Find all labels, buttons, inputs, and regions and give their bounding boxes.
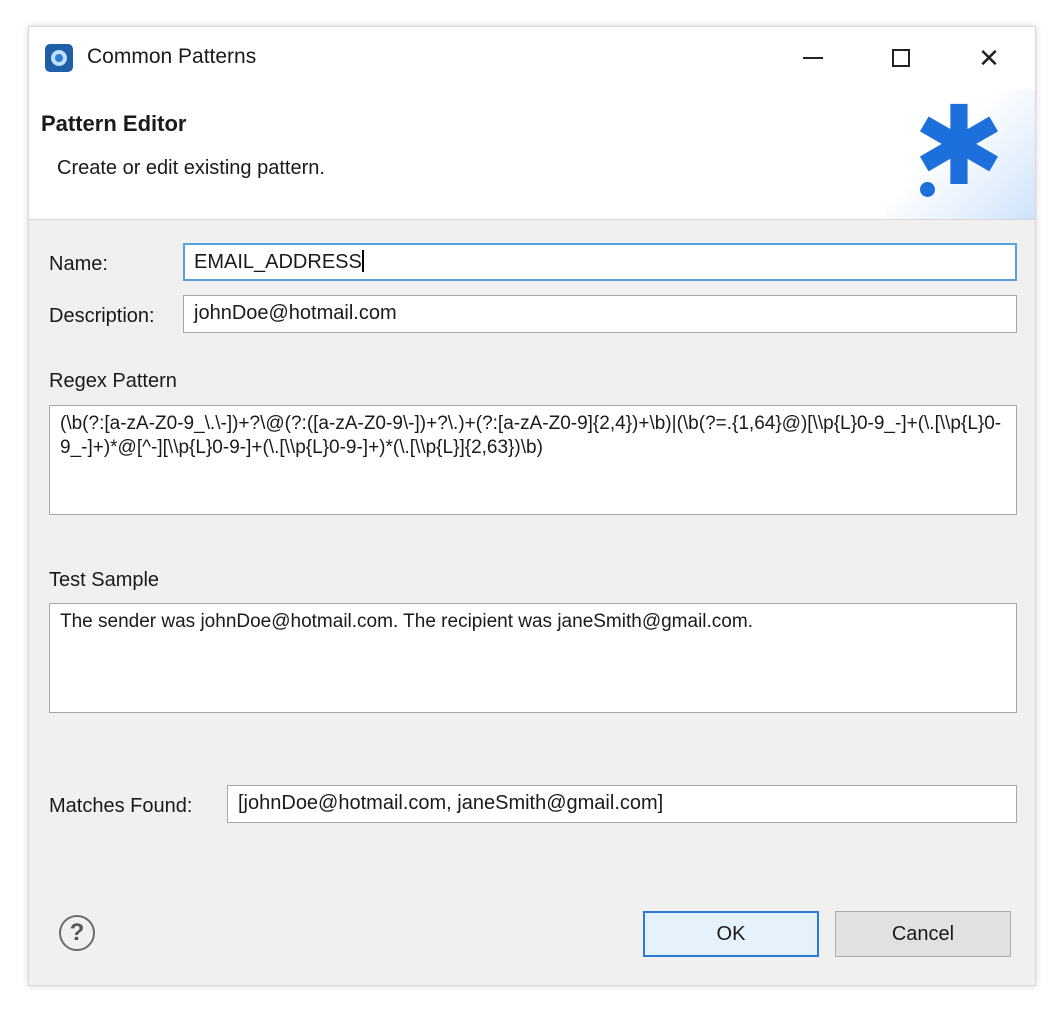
cancel-button[interactable]: Cancel [835, 911, 1011, 957]
app-icon [45, 44, 73, 72]
help-button[interactable]: ? [59, 915, 95, 951]
banner-graphic: ✱ [885, 89, 1035, 219]
test-sample-value: The sender was johnDoe@hotmail.com. The … [60, 611, 753, 632]
ok-label: OK [716, 922, 746, 945]
name-field[interactable]: EMAIL_ADDRESS [183, 243, 1017, 281]
banner: Pattern Editor Create or edit existing p… [29, 89, 1035, 220]
help-icon: ? [69, 919, 85, 946]
maximize-icon [892, 49, 910, 67]
regex-pattern-field[interactable]: (\b(?:[a-zA-Z0-9_\.\-])+?\@(?:([a-zA-Z0-… [49, 405, 1017, 515]
minimize-button[interactable] [785, 37, 841, 79]
matches-value: [johnDoe@hotmail.com, janeSmith@gmail.co… [238, 792, 664, 814]
cancel-label: Cancel [891, 922, 955, 945]
dot-icon [920, 182, 935, 197]
banner-description: Create or edit existing pattern. [57, 157, 325, 179]
test-sample-field[interactable]: The sender was johnDoe@hotmail.com. The … [49, 603, 1017, 713]
name-value: EMAIL_ADDRESS [194, 251, 362, 273]
regex-label: Regex Pattern [49, 370, 177, 392]
title-bar[interactable]: Common Patterns ✕ [29, 27, 1035, 89]
regex-value: (\b(?:[a-zA-Z0-9_\.\-])+?\@(?:([a-zA-Z0-… [60, 413, 1002, 458]
ok-button[interactable]: OK [643, 911, 819, 957]
close-icon: ✕ [978, 42, 1000, 73]
name-label: Name: [49, 253, 108, 275]
text-caret [361, 250, 364, 272]
test-sample-label: Test Sample [49, 569, 160, 591]
description-label: Description: [49, 305, 155, 327]
banner-title: Pattern Editor [41, 111, 187, 136]
description-value: johnDoe@hotmail.com [194, 302, 397, 324]
matches-label: Matches Found: [49, 795, 193, 817]
description-field[interactable]: johnDoe@hotmail.com [183, 295, 1017, 333]
maximize-button[interactable] [873, 37, 929, 79]
window-title: Common Patterns [87, 45, 257, 68]
matches-field[interactable]: [johnDoe@hotmail.com, janeSmith@gmail.co… [227, 785, 1017, 823]
pattern-editor-dialog: Common Patterns ✕ Pattern Editor Create … [28, 26, 1036, 986]
close-button[interactable]: ✕ [961, 37, 1017, 79]
minimize-icon [803, 57, 823, 59]
